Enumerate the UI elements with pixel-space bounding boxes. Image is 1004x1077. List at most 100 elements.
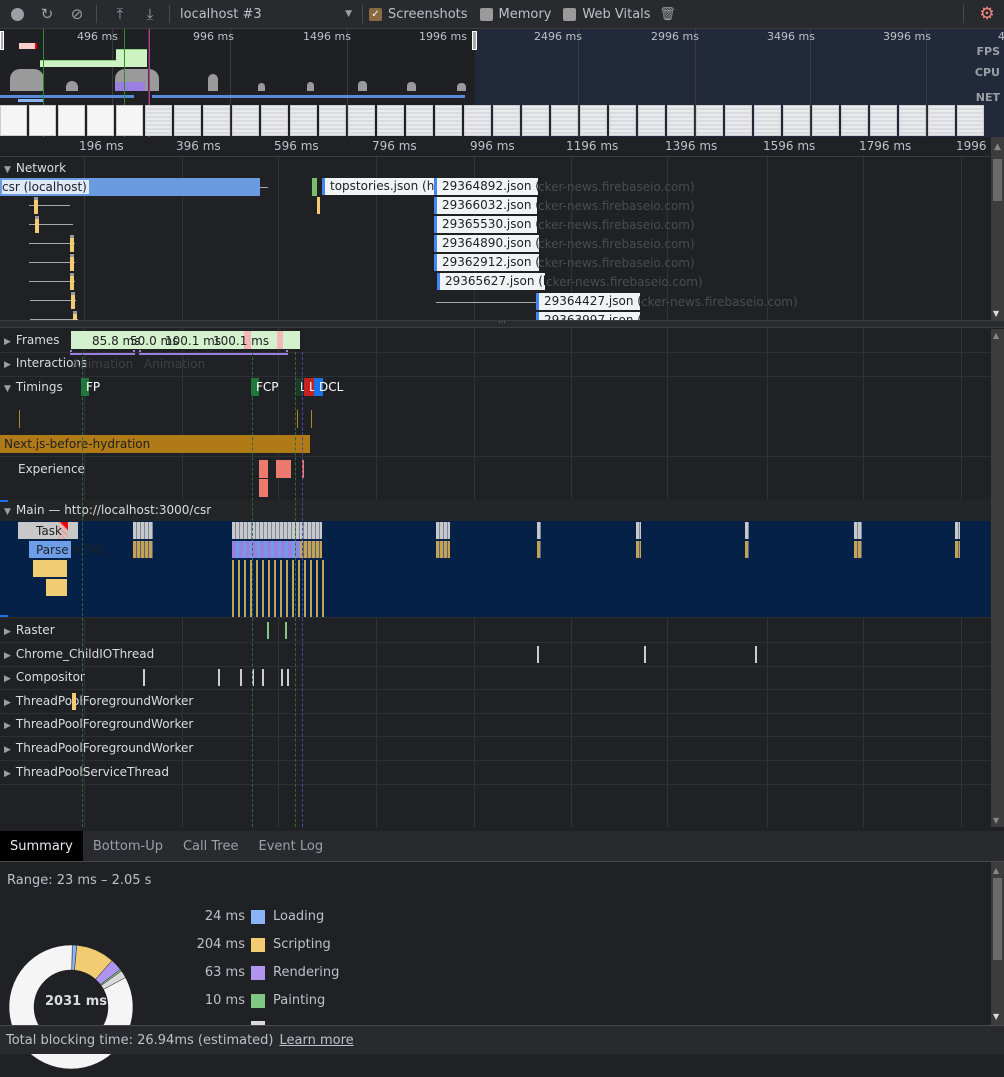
- network-scrollbar[interactable]: ▼: [991, 157, 1004, 320]
- scroll-up-arrow-icon[interactable]: ▲: [993, 866, 999, 875]
- tab-summary[interactable]: Summary: [0, 831, 83, 861]
- ruler-scroll-up-button[interactable]: ▲: [991, 137, 1004, 157]
- tracks-scrollbar[interactable]: ▲ ▼: [991, 329, 1004, 827]
- screenshot-filmstrip[interactable]: [0, 105, 1004, 137]
- scroll-down-arrow-icon[interactable]: ▼: [993, 1012, 999, 1021]
- screenshot-thumbnail[interactable]: [377, 105, 404, 136]
- screenshot-thumbnail[interactable]: [899, 105, 926, 136]
- screenshot-thumbnail[interactable]: [928, 105, 955, 136]
- network-request-bar[interactable]: 29362912.json (ha: [434, 254, 555, 271]
- task-block[interactable]: [636, 522, 641, 539]
- script-block[interactable]: [133, 541, 153, 558]
- thread-track-header[interactable]: ▶ Compositor: [4, 670, 85, 684]
- screenshot-thumbnail[interactable]: [493, 105, 520, 136]
- screenshot-thumbnail[interactable]: [870, 105, 897, 136]
- task-block[interactable]: [955, 522, 960, 539]
- task-block[interactable]: [133, 522, 153, 539]
- scroll-down-arrow-icon[interactable]: ▼: [993, 309, 999, 318]
- thread-event[interactable]: [72, 692, 76, 710]
- main-flame-chart[interactable]: Task Parse HTML: [0, 521, 990, 617]
- screenshot-thumbnail[interactable]: [87, 105, 114, 136]
- thread-track-header[interactable]: ▶ Raster: [4, 623, 55, 637]
- screenshot-thumbnail[interactable]: [29, 105, 56, 136]
- thread-track-header[interactable]: ▶ ThreadPoolServiceThread: [4, 765, 169, 779]
- screenshot-thumbnail[interactable]: [754, 105, 781, 136]
- screenshot-thumbnail[interactable]: [464, 105, 491, 136]
- network-request-bar[interactable]: [71, 292, 75, 309]
- screenshots-checkbox[interactable]: ✓ Screenshots: [369, 7, 468, 22]
- network-request-bar[interactable]: 29364890.json (ha: [434, 235, 555, 252]
- layout-shift[interactable]: [259, 460, 268, 478]
- selection-handle-right[interactable]: [472, 31, 477, 50]
- network-request-bar[interactable]: 29365530.json (ha: [434, 216, 555, 233]
- script-block[interactable]: [745, 541, 749, 558]
- memory-checkbox[interactable]: Memory: [479, 7, 551, 22]
- screenshot-thumbnail[interactable]: [609, 105, 636, 136]
- selection-handle-left[interactable]: [0, 31, 4, 50]
- screenshot-thumbnail[interactable]: [812, 105, 839, 136]
- timeline-overview[interactable]: 496 ms 996 ms 1496 ms 1996 ms 2496 ms 29…: [0, 29, 1004, 137]
- script-block[interactable]: [436, 541, 450, 558]
- screenshot-thumbnail[interactable]: [522, 105, 549, 136]
- screenshot-thumbnail[interactable]: [841, 105, 868, 136]
- time-ruler[interactable]: 196 ms 396 ms 596 ms 796 ms 996 ms 1196 …: [0, 137, 990, 157]
- load-profile-button[interactable]: ⤒: [107, 1, 133, 27]
- screenshot-thumbnail[interactable]: [290, 105, 317, 136]
- network-track-header[interactable]: ▼ Network: [4, 161, 66, 175]
- layout-shift[interactable]: [259, 479, 268, 497]
- profile-select[interactable]: localhost #3 ▼: [176, 7, 356, 22]
- layout-shift[interactable]: [276, 460, 291, 478]
- frames-track-header[interactable]: ▶ Frames: [4, 333, 60, 347]
- thread-event[interactable]: [267, 622, 269, 639]
- task-block[interactable]: [436, 522, 450, 539]
- summary-scrollbar[interactable]: ▲ ▼: [991, 862, 1004, 1025]
- learn-more-link[interactable]: Learn more: [280, 1033, 354, 1048]
- screenshot-thumbnail[interactable]: [725, 105, 752, 136]
- screenshot-thumbnail[interactable]: [261, 105, 288, 136]
- timing-marker-fp[interactable]: FP: [81, 378, 100, 396]
- task-block[interactable]: [854, 522, 862, 539]
- record-button[interactable]: [4, 1, 30, 27]
- task-block[interactable]: [745, 522, 749, 539]
- web-vitals-checkbox[interactable]: Web Vitals: [563, 7, 651, 22]
- thread-event[interactable]: [143, 669, 145, 687]
- network-request-bar[interactable]: 29364892.json (ha: [434, 178, 555, 195]
- script-block[interactable]: [636, 541, 641, 558]
- network-request-bar[interactable]: [70, 254, 74, 271]
- tab-bottom-up[interactable]: Bottom-Up: [83, 831, 173, 861]
- rendering-block[interactable]: [232, 541, 300, 558]
- timing-marker-fcp[interactable]: FCP: [251, 378, 279, 396]
- pane-splitter[interactable]: ···: [0, 319, 1004, 328]
- task-block[interactable]: [537, 522, 541, 539]
- save-profile-button[interactable]: ⤓: [137, 1, 163, 27]
- thread-event[interactable]: [240, 669, 242, 687]
- network-request-bar[interactable]: 29365627.json (ha: [437, 273, 558, 290]
- script-block[interactable]: [537, 541, 541, 558]
- network-request-bar[interactable]: topstories.json (hack: [322, 178, 455, 195]
- screenshot-thumbnail[interactable]: [58, 105, 85, 136]
- script-block[interactable]: [854, 541, 862, 558]
- network-request-bar[interactable]: 29364427.json (ha: [536, 293, 657, 310]
- network-request-bar[interactable]: [35, 216, 39, 233]
- timing-marker-dcl[interactable]: DCL: [314, 378, 343, 396]
- experience-track-header[interactable]: Experience: [18, 462, 85, 476]
- script-block[interactable]: [46, 579, 67, 596]
- screenshot-thumbnail[interactable]: [696, 105, 723, 136]
- clear-button[interactable]: ⊘: [64, 1, 90, 27]
- network-request-bar[interactable]: 29366032.json (ha: [434, 197, 555, 214]
- garbage-collect-button[interactable]: 🗑: [655, 1, 681, 27]
- thread-track-header[interactable]: ▶ ThreadPoolForegroundWorker: [4, 717, 193, 731]
- screenshot-thumbnail[interactable]: [435, 105, 462, 136]
- thread-event[interactable]: [287, 669, 289, 687]
- script-block[interactable]: [232, 560, 326, 617]
- thread-event[interactable]: [755, 645, 757, 663]
- screenshot-thumbnail[interactable]: [667, 105, 694, 136]
- task-block[interactable]: [232, 522, 322, 539]
- timings-track-header[interactable]: ▼ Timings: [4, 380, 63, 394]
- tab-event-log[interactable]: Event Log: [248, 831, 333, 861]
- network-request-bar[interactable]: csr (localhost): [0, 178, 260, 196]
- screenshot-thumbnail[interactable]: [145, 105, 172, 136]
- capture-settings-button[interactable]: ⚙: [974, 1, 1000, 27]
- thread-track-header[interactable]: ▶ ThreadPoolForegroundWorker: [4, 741, 193, 755]
- main-track-header[interactable]: ▼ Main — http://localhost:3000/csr: [4, 503, 211, 517]
